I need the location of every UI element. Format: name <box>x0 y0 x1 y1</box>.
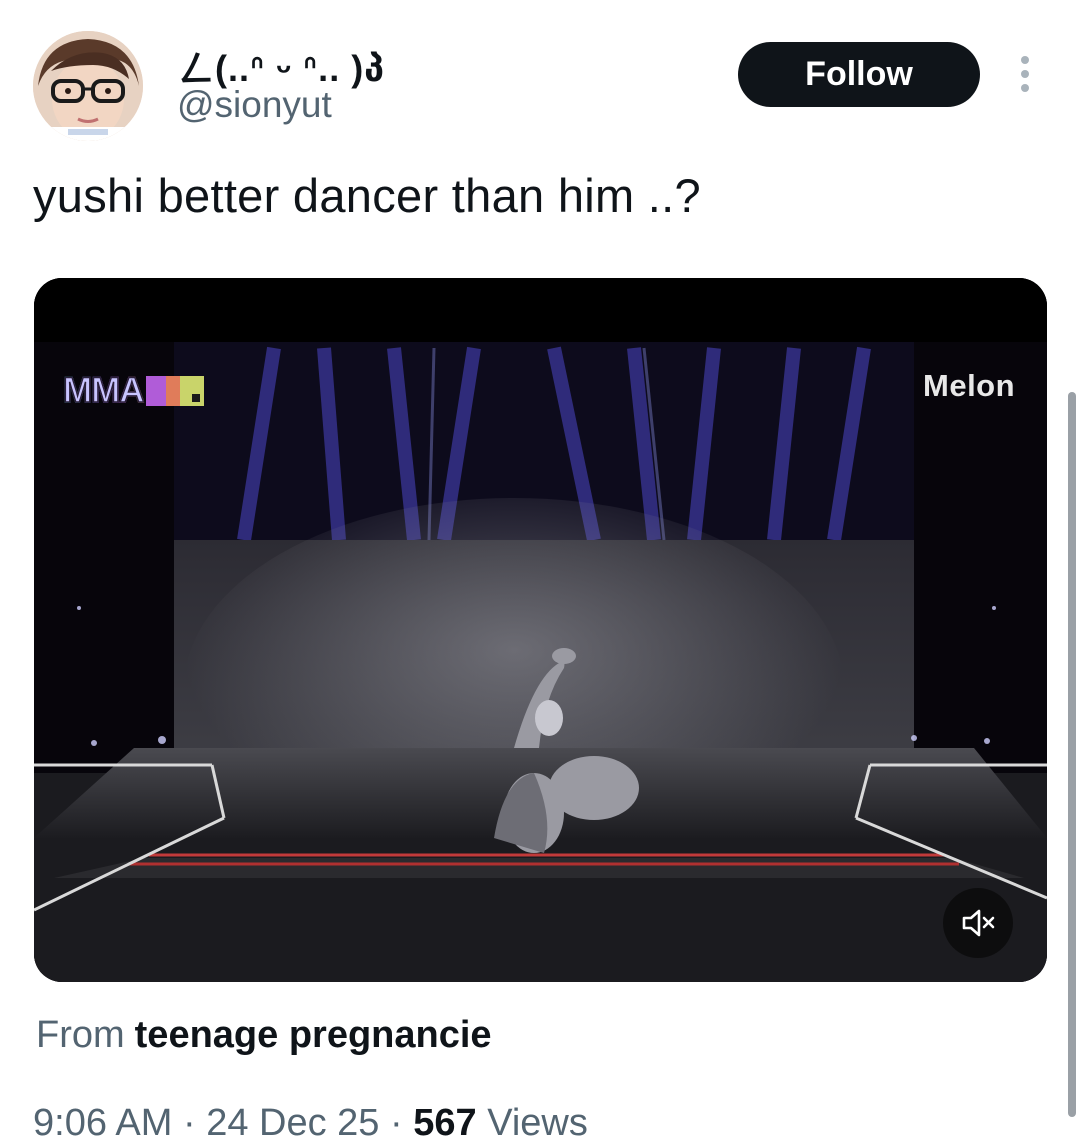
scrollbar[interactable] <box>1068 392 1076 1117</box>
views-count[interactable]: 567 <box>413 1102 476 1144</box>
avatar[interactable] <box>33 31 143 141</box>
source-prefix: From <box>36 1014 125 1056</box>
views-label: Views <box>487 1102 588 1144</box>
mma-badge-icon <box>145 376 204 406</box>
speaker-muted-icon <box>962 909 995 937</box>
user-handle[interactable]: @sionyut <box>177 84 332 126</box>
source-line: From teenage pregnancie <box>36 1014 492 1057</box>
tweet-date[interactable]: 24 Dec 25 <box>206 1102 379 1144</box>
follow-button[interactable]: Follow <box>738 42 980 107</box>
mma-logo: MMA <box>62 371 204 410</box>
tweet-meta: 9:06 AM · 24 Dec 25 · 567 Views <box>33 1102 588 1145</box>
avatar-image <box>33 31 143 141</box>
meta-separator: · <box>390 1102 403 1144</box>
more-options-icon[interactable] <box>1010 52 1040 96</box>
meta-separator: · <box>182 1102 196 1144</box>
source-name-link[interactable]: teenage pregnancie <box>135 1014 492 1056</box>
mute-button[interactable] <box>943 888 1013 958</box>
video-player[interactable]: MMA Melon <box>34 278 1047 982</box>
melon-logo: Melon <box>923 368 1016 403</box>
tweet-text: yushi better dancer than him ..? <box>33 169 701 222</box>
tweet-time[interactable]: 9:06 AM <box>33 1102 172 1144</box>
